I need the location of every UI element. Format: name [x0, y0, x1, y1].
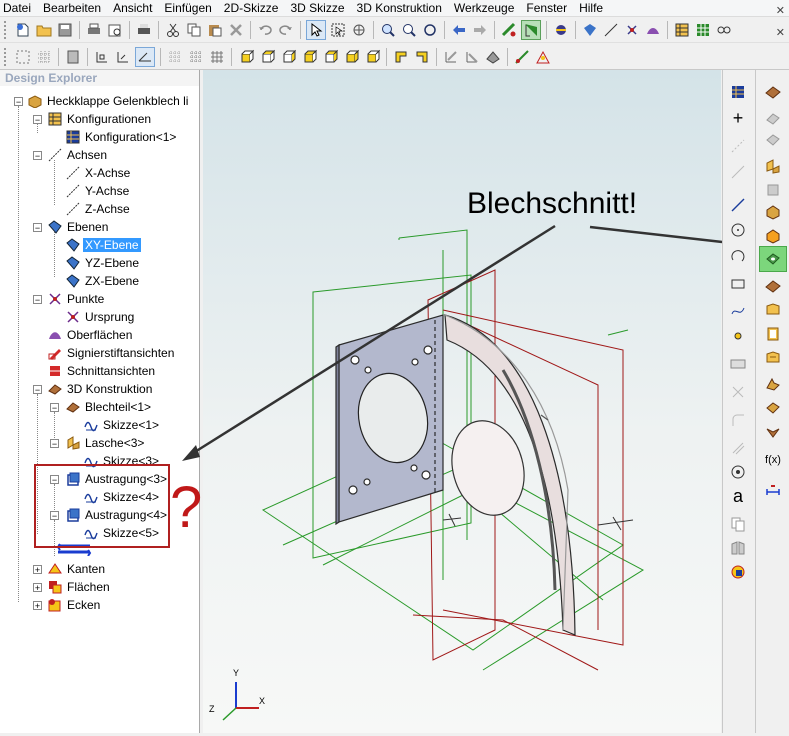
- sketch-tool-palette: + a: [722, 70, 755, 733]
- circle-tool-icon[interactable]: [727, 220, 749, 240]
- keyboard-input-icon[interactable]: [727, 354, 749, 374]
- point-tool-icon[interactable]: [727, 326, 749, 346]
- offset-tool-icon[interactable]: [727, 438, 749, 458]
- sheetmetal-unfold-icon[interactable]: [762, 374, 784, 394]
- constraint-tool-icon[interactable]: [727, 462, 749, 482]
- sheetmetal-bend-icon[interactable]: [762, 156, 784, 176]
- mirror-tool-icon[interactable]: [727, 538, 749, 558]
- sheetmetal-hem-icon[interactable]: [762, 300, 784, 320]
- sheetmetal-flange-icon[interactable]: [762, 108, 784, 128]
- fillet-tool-icon[interactable]: [727, 410, 749, 430]
- blechschnitt-tool-button[interactable]: [759, 246, 787, 272]
- trim-tool-icon[interactable]: [727, 382, 749, 402]
- dashed-line-icon[interactable]: [727, 136, 749, 156]
- sheetmetal-louver-icon[interactable]: [762, 348, 784, 368]
- sheetmetal-base-icon[interactable]: [762, 82, 784, 102]
- sheetmetal-stamp-icon[interactable]: [762, 226, 784, 246]
- table-tool-icon[interactable]: [727, 82, 749, 102]
- arc-tool-icon[interactable]: [727, 246, 749, 266]
- sheetmetal-edge-icon[interactable]: [762, 130, 784, 150]
- sheetmetal-fold-icon[interactable]: [762, 398, 784, 418]
- line-tool-icon[interactable]: [727, 195, 749, 215]
- sheetmetal-shape-icon[interactable]: [762, 180, 784, 200]
- plus-icon[interactable]: +: [727, 108, 749, 128]
- spline-tool-icon[interactable]: [727, 300, 749, 320]
- rectangle-tool-icon[interactable]: [727, 274, 749, 294]
- sheetmetal-box-icon[interactable]: [762, 202, 784, 222]
- sheetmetal-tool-palette: f(x): [755, 70, 789, 733]
- text-tool-button[interactable]: a: [727, 486, 749, 506]
- dimension-tool-icon[interactable]: [762, 480, 784, 500]
- copy-sketch-icon[interactable]: [727, 514, 749, 534]
- color-tool-icon[interactable]: [727, 562, 749, 582]
- construction-line-icon[interactable]: [727, 162, 749, 182]
- sheetmetal-rip-icon[interactable]: [762, 422, 784, 442]
- formula-button[interactable]: f(x): [762, 450, 784, 470]
- sheetmetal-relief-icon[interactable]: [762, 324, 784, 344]
- sheetmetal-corner-icon[interactable]: [762, 276, 784, 296]
- annotation-arrows: [182, 224, 752, 461]
